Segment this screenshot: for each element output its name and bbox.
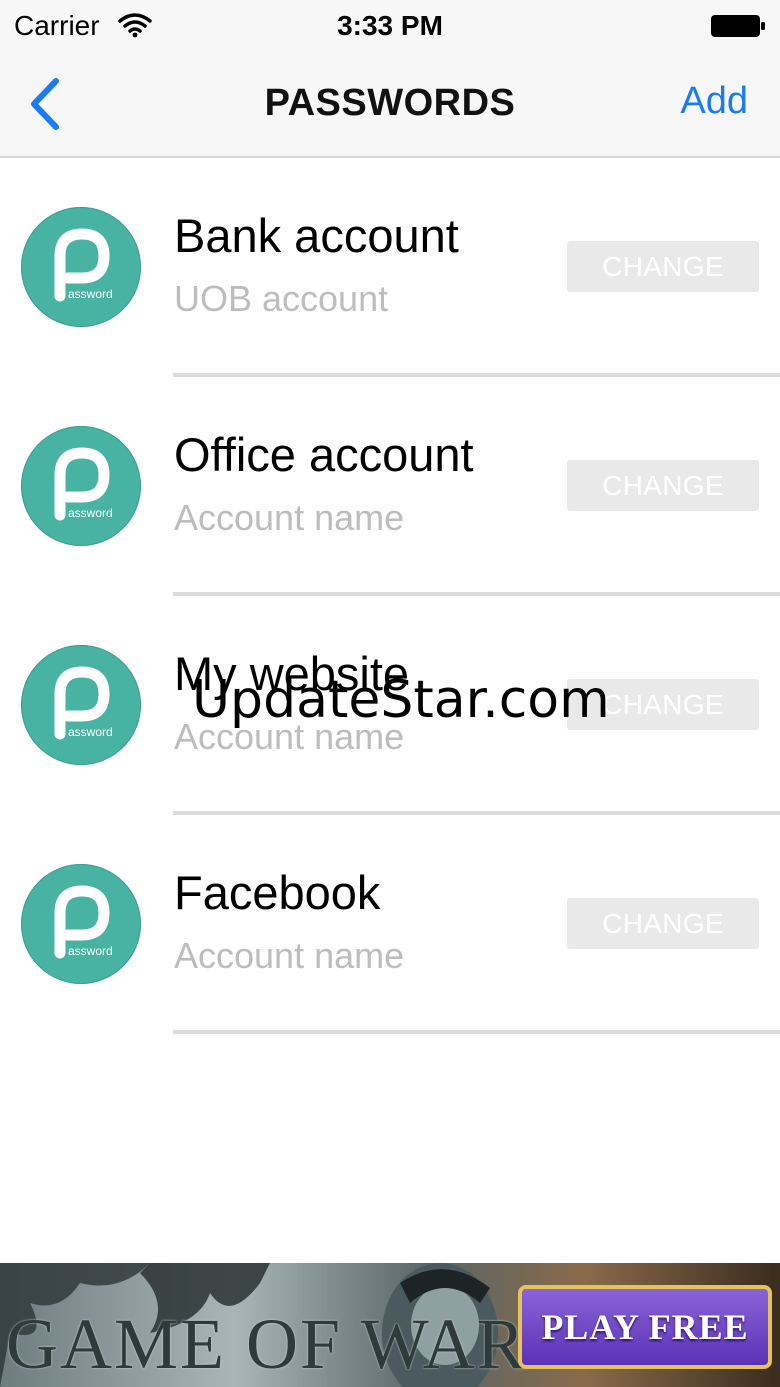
battery-icon [711,15,765,37]
change-button[interactable]: CHANGE [567,898,759,949]
account-subtitle: Account name [174,935,405,976]
account-subtitle: Account name [174,716,405,757]
change-button[interactable]: CHANGE [567,460,759,511]
password-logo-icon: assword [21,207,141,327]
ad-game-title: GAME OF WAR [6,1304,527,1384]
change-button[interactable]: CHANGE [567,241,759,292]
logo-text: assword [68,725,113,739]
logo-text: assword [68,506,113,520]
play-free-button[interactable]: PLAY FREE [518,1285,772,1369]
status-bar: Carrier 3:33 PM [0,0,780,54]
account-title: Bank account [174,209,459,262]
password-logo-icon: assword [21,645,141,765]
password-logo-icon: assword [21,426,141,546]
clock: 3:33 PM [337,10,443,41]
change-button[interactable]: CHANGE [567,679,759,730]
account-subtitle: Account name [174,497,405,538]
list-item[interactable]: assword Facebook Account name CHANGE [0,815,780,1034]
page-title: PASSWORDS [264,82,516,124]
navigation-bar: PASSWORDS Add [0,54,780,158]
list-item[interactable]: assword Office account Account name CHAN… [0,377,780,596]
account-subtitle: UOB account [174,278,389,319]
back-button[interactable] [24,76,68,132]
password-logo-icon: assword [21,864,141,984]
divider [173,1030,780,1034]
account-title: Office account [174,428,474,481]
list-item[interactable]: assword Bank account UOB account CHANGE [0,158,780,377]
password-list: assword Bank account UOB account CHANGE … [0,158,780,1034]
ad-banner[interactable]: GAME OF WAR PLAY FREE [0,1263,780,1387]
account-title: My website [174,647,410,700]
add-button[interactable]: Add [680,80,748,123]
logo-text: assword [68,944,113,958]
list-item[interactable]: assword My website Account name CHANGE [0,596,780,815]
logo-text: assword [68,287,113,301]
chevron-left-icon [31,78,59,130]
account-title: Facebook [174,866,381,919]
